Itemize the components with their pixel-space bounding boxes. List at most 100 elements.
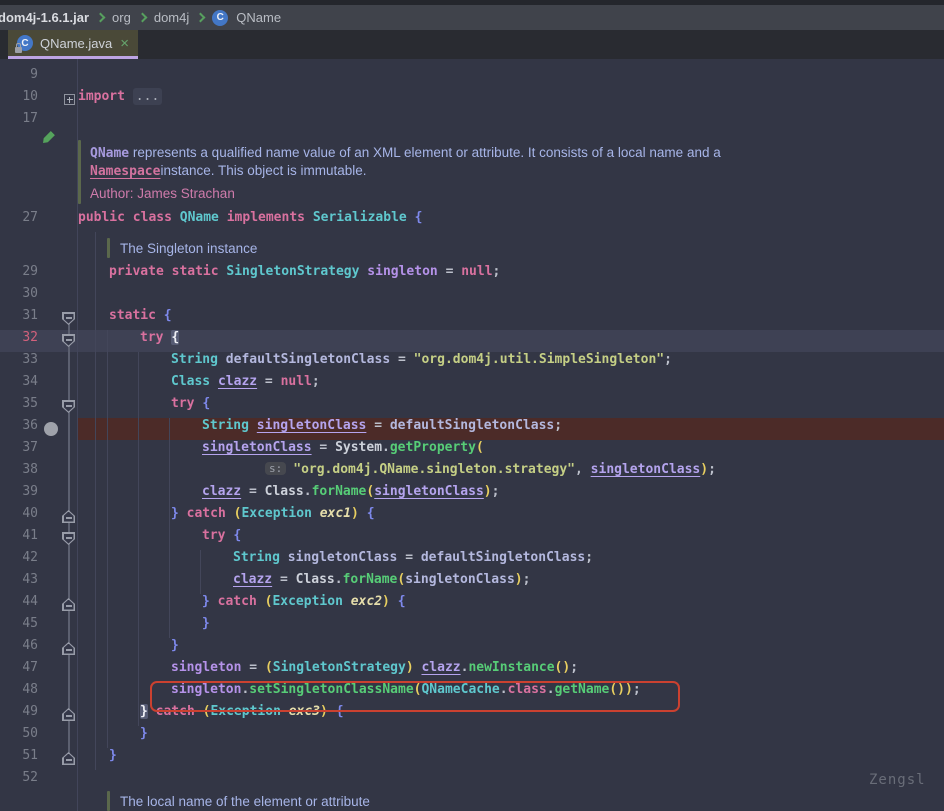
breadcrumb-item-dom4j-1-6-1-jar[interactable]: dom4j-1.6.1.jar [0,10,89,25]
code-line-52[interactable]: 52 [0,770,944,792]
line-number[interactable]: 44 [0,594,38,616]
code-text[interactable]: } [78,638,179,660]
code-line-43[interactable]: 43 clazz = Class.forName(singletonClass); [0,572,944,594]
code-line-50[interactable]: 50} [0,726,944,748]
line-number[interactable]: 49 [0,704,38,726]
code-text[interactable]: clazz = Class.forName(singletonClass); [78,572,530,594]
code-line-31[interactable]: 31 static { [0,308,944,330]
fold-end-icon[interactable] [62,642,75,655]
line-number[interactable]: 17 [0,111,38,133]
code-line-33[interactable]: 33 String defaultSingletonClass = "org.do… [0,352,944,374]
code-line-36[interactable]: 36 String singletonClass = defaultSinglet… [0,418,944,440]
fold-start-icon[interactable] [62,532,75,545]
breadcrumb-item-qname[interactable]: QName [236,10,281,25]
line-number[interactable]: 47 [0,660,38,682]
code-text[interactable]: singletonClass = System.getProperty( [78,440,484,462]
line-number[interactable]: 10 [0,89,38,111]
code-text[interactable]: s:"org.dom4j.QName.singleton.strategy", … [78,462,716,484]
code-text[interactable]: try { [78,396,210,418]
code-line-29[interactable]: 29 private static SingletonStrategy singl… [0,264,944,286]
code-text[interactable]: String singletonClass = defaultSingleton… [78,418,562,440]
line-number[interactable]: 27 [0,210,38,232]
code-line-30[interactable]: 30 [0,286,944,308]
code-line-45[interactable]: 45} [0,616,944,638]
line-number[interactable]: 9 [0,67,38,89]
code-line-38[interactable]: 38 s:"org.dom4j.QName.singleton.strategy"… [0,462,944,484]
fold-expand-icon[interactable] [64,94,75,105]
code-text[interactable]: singleton = (SingletonStrategy) clazz.ne… [78,660,578,682]
code-text[interactable]: } [78,616,210,638]
code-line-9[interactable]: 9 [0,67,944,89]
close-tab-icon[interactable]: × [120,36,129,51]
line-number[interactable]: 39 [0,484,38,506]
line-number[interactable]: 33 [0,352,38,374]
code-line-37[interactable]: 37 singletonClass = System.getProperty( [0,440,944,462]
code-text[interactable]: String defaultSingletonClass = "org.dom4… [78,352,672,374]
code-text[interactable]: } [78,748,117,770]
code-line-34[interactable]: 34 Class clazz = null; [0,374,944,396]
code-line-48[interactable]: 48 singleton.setSingletonClassName(QNameC… [0,682,944,704]
code-line-32[interactable]: 32 try { [0,330,944,352]
edit-javadoc-pencil-icon[interactable] [41,131,55,145]
code-line-49[interactable]: 49 } catch (Exception exc3) { [0,704,944,726]
fold-start-icon[interactable] [62,334,75,347]
code-line-51[interactable]: 51} [0,748,944,770]
line-number[interactable]: 37 [0,440,38,462]
code-line-44[interactable]: 44 } catch (Exception exc2) { [0,594,944,616]
code-line-10[interactable]: 10 import ... [0,89,944,111]
code-line-35[interactable]: 35 try { [0,396,944,418]
line-number[interactable]: 34 [0,374,38,396]
code-line-17[interactable]: 17 [0,111,944,133]
line-number[interactable]: 42 [0,550,38,572]
line-number[interactable]: 31 [0,308,38,330]
fold-start-icon[interactable] [62,312,75,325]
line-number[interactable]: 29 [0,264,38,286]
code-text[interactable]: public class QName implements Serializab… [78,210,422,232]
line-number[interactable]: 32 [0,330,38,352]
code-text[interactable]: singleton.setSingletonClassName(QNameCac… [78,682,641,704]
line-number[interactable]: 35 [0,396,38,418]
fold-end-icon[interactable] [62,752,75,765]
code-text[interactable]: String singletonClass = defaultSingleton… [78,550,593,572]
chevron-right-icon [137,13,147,23]
breakpoint-icon[interactable] [44,422,58,436]
code-text[interactable]: private static SingletonStrategy singlet… [78,264,500,286]
code-text[interactable]: try { [78,528,241,550]
line-number[interactable]: 40 [0,506,38,528]
code-line-41[interactable]: 41 try { [0,528,944,550]
code-line-46[interactable]: 46} [0,638,944,660]
code-text[interactable]: import ... [78,89,162,111]
fold-start-icon[interactable] [62,400,75,413]
code-text[interactable]: } catch (Exception exc3) { [78,704,344,726]
code-text[interactable]: static { [78,308,172,330]
fold-end-icon[interactable] [62,598,75,611]
code-text[interactable]: try { [78,330,179,352]
line-number[interactable]: 36 [0,418,38,440]
line-number[interactable]: 51 [0,748,38,770]
line-number[interactable]: 48 [0,682,38,704]
line-number[interactable]: 41 [0,528,38,550]
line-number[interactable]: 43 [0,572,38,594]
fold-end-icon[interactable] [62,708,75,721]
tab-qname-java[interactable]: C QName.java × [8,30,138,59]
code-line-47[interactable]: 47 singleton = (SingletonStrategy) clazz.… [0,660,944,682]
code-text[interactable]: } [78,726,148,748]
line-number[interactable]: 30 [0,286,38,308]
line-number[interactable]: 52 [0,770,38,792]
code-line-27[interactable]: 27 public class QName implements Serializ… [0,210,944,232]
line-number[interactable]: 45 [0,616,38,638]
code-text[interactable]: } catch (Exception exc2) { [78,594,406,616]
code-line-42[interactable]: 42 String singletonClass = defaultSinglet… [0,550,944,572]
line-number[interactable]: 50 [0,726,38,748]
code-text[interactable]: clazz = Class.forName(singletonClass); [78,484,499,506]
line-number[interactable]: 38 [0,462,38,484]
breadcrumb-item-org[interactable]: org [112,10,131,25]
line-number[interactable]: 46 [0,638,38,660]
code-text[interactable]: } catch (Exception exc1) { [78,506,375,528]
fold-end-icon[interactable] [62,510,75,523]
doc-link[interactable]: Namespace [90,164,160,179]
breadcrumb-item-dom4j[interactable]: dom4j [154,10,189,25]
code-text[interactable]: Class clazz = null; [78,374,320,396]
code-line-39[interactable]: 39 clazz = Class.forName(singletonClass); [0,484,944,506]
code-line-40[interactable]: 40 } catch (Exception exc1) { [0,506,944,528]
